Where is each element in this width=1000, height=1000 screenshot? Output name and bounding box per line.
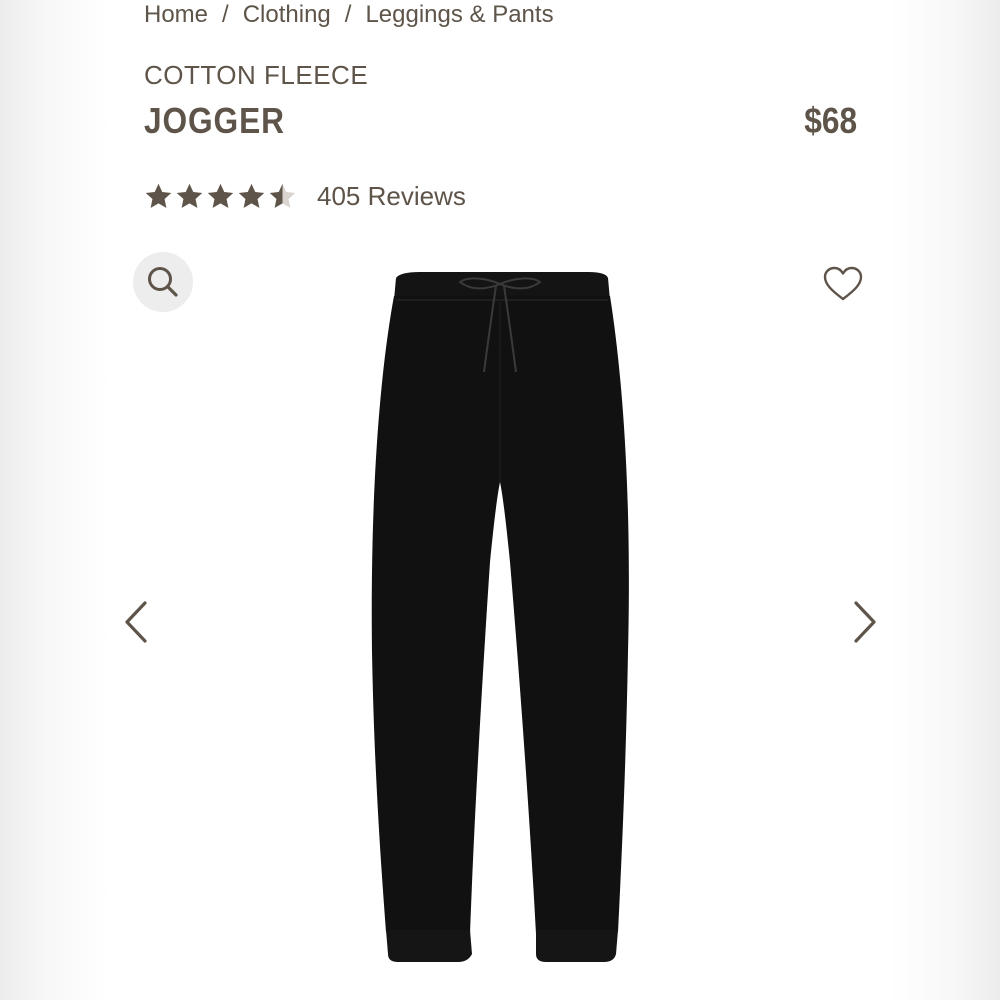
breadcrumb-separator: / — [222, 1, 229, 28]
breadcrumb-separator: / — [344, 1, 352, 28]
heart-icon — [823, 266, 863, 301]
rating-stars — [144, 182, 297, 211]
right-edge-shade — [890, 0, 1000, 1000]
breadcrumb: Home / Clothing / Leggings & Pants — [144, 0, 554, 30]
wishlist-button[interactable] — [822, 264, 864, 304]
breadcrumb-clothing[interactable]: Clothing — [243, 1, 331, 29]
product-price: $68 — [804, 100, 857, 141]
search-icon — [148, 267, 178, 297]
breadcrumb-leggings-pants[interactable]: Leggings & Pants — [365, 1, 553, 29]
chevron-right-icon — [854, 601, 876, 643]
breadcrumb-home[interactable]: Home — [144, 1, 208, 29]
previous-image-button[interactable] — [116, 600, 156, 644]
left-edge-shade — [0, 0, 110, 1000]
zoom-search-button[interactable] — [133, 252, 193, 312]
star-full-icon — [207, 183, 234, 208]
star-full-icon — [176, 183, 203, 208]
review-count[interactable]: 405 Reviews — [317, 181, 466, 212]
star-full-icon — [238, 183, 265, 208]
star-half-icon — [269, 183, 296, 208]
chevron-left-icon — [125, 601, 147, 643]
product-collection: COTTON FLEECE — [144, 60, 369, 90]
next-image-button[interactable] — [845, 600, 885, 644]
star-full-icon — [145, 183, 172, 208]
product-rating[interactable]: 405 Reviews — [144, 178, 466, 214]
product-title: JOGGER — [144, 100, 285, 141]
product-page: Home / Clothing / Leggings & Pants COTTO… — [0, 0, 1000, 1000]
product-image-jogger — [371, 272, 629, 962]
